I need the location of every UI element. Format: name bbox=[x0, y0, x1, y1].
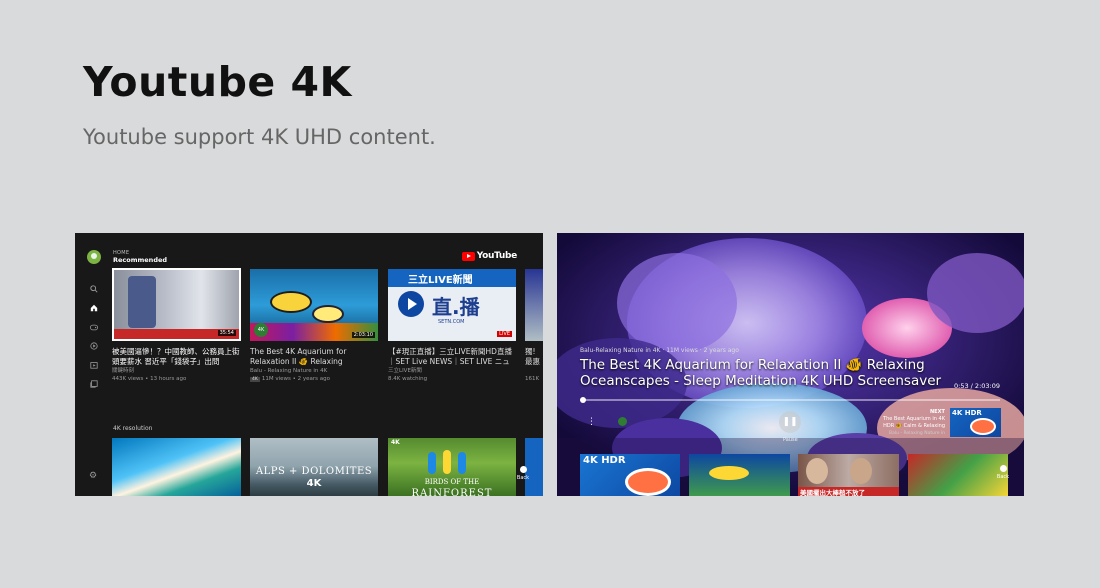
thumbnail-text: ALPS + DOLOMITES bbox=[255, 466, 373, 477]
video-meta: 4K 11M views • 2 years ago bbox=[250, 376, 330, 382]
video-title: The Best 4K Aquarium for Relaxation II 🐠… bbox=[580, 357, 942, 389]
thumbnail-text: RAINFOREST bbox=[411, 488, 493, 496]
video-thumbnail[interactable]: 35:54 bbox=[112, 268, 241, 341]
4k-tag: 4K bbox=[250, 377, 260, 382]
related-thumbnail[interactable]: 美國擺出大棒槌不放了 bbox=[798, 454, 899, 496]
shelf-thumbnail[interactable] bbox=[112, 438, 241, 496]
video-meta: 443K views • 13 hours ago bbox=[112, 376, 187, 382]
video-channel: 關鍵時刻 bbox=[112, 368, 135, 374]
subscriptions-icon[interactable] bbox=[88, 340, 100, 352]
back-button[interactable]: Back bbox=[996, 465, 1010, 480]
up-next-title: The Best Aquarium in 4K HDR 🐠 Calm & Rel… bbox=[883, 416, 945, 429]
search-icon[interactable] bbox=[88, 283, 100, 295]
related-thumbnail[interactable] bbox=[908, 454, 1008, 496]
duration-badge: 2:03:10 bbox=[351, 332, 375, 338]
pause-label: Pause bbox=[783, 437, 798, 443]
pause-button[interactable]: ❚❚ bbox=[779, 411, 801, 433]
gear-icon[interactable]: ⚙ bbox=[89, 471, 97, 481]
video-channel: 三立LIVE新聞 bbox=[388, 368, 422, 374]
video-thumbnail[interactable]: 三立LIVE新聞 直.播 SETN.COM LIVE bbox=[388, 269, 516, 341]
video-channel: Balu - Relaxing Nature in 4K bbox=[250, 368, 328, 374]
related-thumbnail[interactable]: 4K HDR bbox=[580, 454, 680, 496]
shelf-thumbnail[interactable]: 4K BIRDS OF THE RAINFOREST bbox=[388, 438, 516, 496]
pause-icon: ❚❚ bbox=[782, 417, 798, 427]
shelf-thumbnail[interactable]: ALPS + DOLOMITES 4K bbox=[250, 438, 378, 496]
thumbnail-text: 三立LIVE新聞 bbox=[408, 275, 473, 286]
duration-badge: 35:54 bbox=[217, 330, 236, 336]
page-subtitle: Youtube support 4K UHD content. bbox=[83, 125, 436, 149]
up-next-thumbnail[interactable]: 4K HDR bbox=[950, 408, 1001, 437]
page-title: Youtube 4K bbox=[83, 58, 352, 106]
4k-badge-icon: 4K bbox=[254, 323, 268, 337]
video-thumbnail[interactable] bbox=[525, 269, 543, 341]
avatar[interactable] bbox=[87, 250, 101, 264]
thumbnail-text: BIRDS OF THE bbox=[424, 478, 480, 486]
up-next-channel: Balu - Relaxing Nature in bbox=[889, 431, 945, 436]
more-options-icon[interactable]: ⋮ bbox=[587, 417, 596, 427]
4k-hdr-badge: 4K HDR bbox=[952, 409, 982, 417]
playback-time: 0:53 / 2:03:09 bbox=[954, 382, 1000, 390]
section-title: Recommended bbox=[113, 256, 168, 264]
thumbnail-url: SETN.COM bbox=[438, 319, 465, 325]
back-button[interactable]: Back bbox=[516, 466, 530, 481]
video-meta: 8.4K watching bbox=[388, 376, 428, 382]
related-thumbnail[interactable] bbox=[689, 454, 790, 496]
thumbnail-text-4k: 4K bbox=[391, 439, 400, 446]
youtube-player-screen: Balu-Relaxing Nature in 4K · 11M views ·… bbox=[557, 233, 1024, 496]
youtube-logo: YouTube bbox=[461, 251, 517, 261]
video-title: 【#現正直播】三立LIVE新聞HD直播｜SET Live NEWS｜SET LI… bbox=[388, 347, 512, 366]
gaming-icon[interactable] bbox=[88, 321, 100, 333]
video-title: 獨! 最惠 bbox=[525, 347, 540, 366]
video-title: The Best 4K Aquarium for Relaxation II 🐠… bbox=[250, 347, 347, 366]
queue-icon[interactable] bbox=[88, 378, 100, 390]
video-meta: 161K bbox=[525, 376, 540, 382]
video-channel-line: Balu-Relaxing Nature in 4K · 11M views ·… bbox=[580, 347, 739, 354]
home-icon[interactable] bbox=[88, 302, 100, 314]
youtube-home-screen: HOME Recommended YouTube ⚙ 35:54 被美國逼慘！？… bbox=[75, 233, 543, 496]
live-badge: LIVE bbox=[497, 331, 512, 337]
shelf-label: 4K resolution bbox=[113, 425, 153, 432]
side-rail bbox=[88, 283, 100, 397]
thumbnail-text-4k: 4K bbox=[306, 478, 322, 489]
youtube-logo-icon bbox=[461, 251, 475, 261]
video-thumbnail[interactable]: 4K 2:03:10 bbox=[250, 269, 378, 341]
channel-avatar[interactable] bbox=[618, 417, 627, 426]
library-icon[interactable] bbox=[88, 359, 100, 371]
video-title: 被美國逼慘！？中國教師、公務員上街頭要薪水 習近平「錢袋子」出問 bbox=[112, 347, 240, 366]
up-next-label: NEXT bbox=[930, 409, 945, 415]
progress-bar[interactable] bbox=[579, 397, 1000, 403]
progress-knob[interactable] bbox=[579, 397, 586, 403]
thumbnail-big-text: 直.播 bbox=[432, 295, 480, 319]
